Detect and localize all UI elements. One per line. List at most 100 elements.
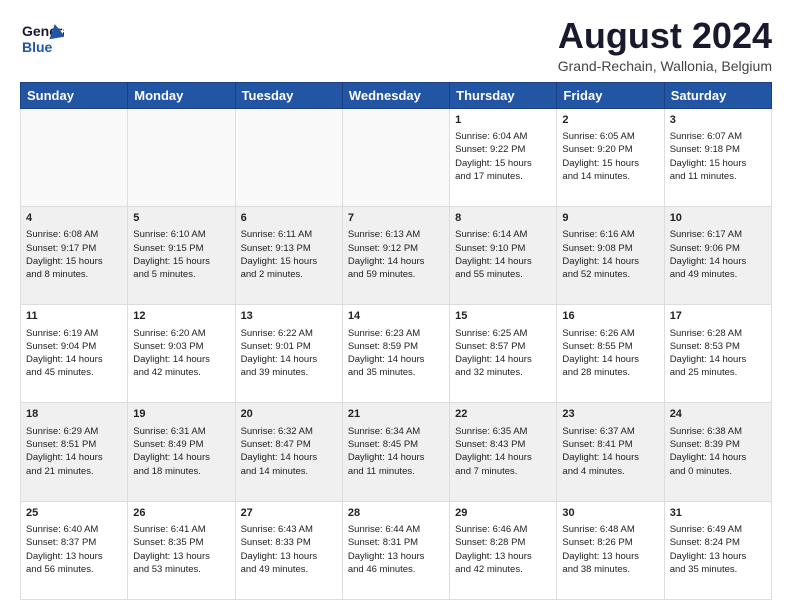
day-info-line: Daylight: 14 hours (133, 452, 210, 463)
day-number: 26 (133, 506, 229, 521)
day-info-line: and 35 minutes. (348, 367, 416, 378)
table-row: 13Sunrise: 6:22 AMSunset: 9:01 PMDayligh… (235, 305, 342, 403)
day-info-line: Sunrise: 6:11 AM (241, 229, 313, 240)
table-row: 7Sunrise: 6:13 AMSunset: 9:12 PMDaylight… (342, 206, 449, 304)
table-row: 26Sunrise: 6:41 AMSunset: 8:35 PMDayligh… (128, 501, 235, 599)
day-info-line: and 11 minutes. (670, 171, 737, 182)
calendar-week-row: 4Sunrise: 6:08 AMSunset: 9:17 PMDaylight… (21, 206, 772, 304)
day-info-line: Sunrise: 6:08 AM (26, 229, 98, 240)
table-row (342, 108, 449, 206)
day-info-line: Sunrise: 6:28 AM (670, 328, 742, 339)
table-row: 10Sunrise: 6:17 AMSunset: 9:06 PMDayligh… (664, 206, 771, 304)
table-row (128, 108, 235, 206)
main-title: August 2024 (558, 16, 772, 56)
day-info-line: Sunrise: 6:46 AM (455, 524, 527, 535)
day-info-line: and 42 minutes. (455, 564, 523, 575)
day-info-line: Daylight: 14 hours (348, 354, 425, 365)
table-row: 5Sunrise: 6:10 AMSunset: 9:15 PMDaylight… (128, 206, 235, 304)
day-info-line: Sunrise: 6:13 AM (348, 229, 420, 240)
header: General Blue August 2024 Grand-Rechain, … (20, 16, 772, 74)
day-info-line: and 42 minutes. (133, 367, 201, 378)
day-info-line: Sunset: 9:20 PM (562, 144, 632, 155)
day-info-line: and 25 minutes. (670, 367, 738, 378)
day-info-line: and 53 minutes. (133, 564, 201, 575)
day-info-line: Sunset: 8:33 PM (241, 537, 311, 548)
table-row: 9Sunrise: 6:16 AMSunset: 9:08 PMDaylight… (557, 206, 664, 304)
table-row: 6Sunrise: 6:11 AMSunset: 9:13 PMDaylight… (235, 206, 342, 304)
calendar-week-row: 1Sunrise: 6:04 AMSunset: 9:22 PMDaylight… (21, 108, 772, 206)
day-info-line: and 8 minutes. (26, 269, 88, 280)
day-number: 10 (670, 211, 766, 226)
day-info-line: Daylight: 13 hours (562, 551, 639, 562)
day-info-line: and 4 minutes. (562, 466, 624, 477)
calendar-week-row: 18Sunrise: 6:29 AMSunset: 8:51 PMDayligh… (21, 403, 772, 501)
day-info-line: Daylight: 14 hours (348, 452, 425, 463)
col-tuesday: Tuesday (235, 82, 342, 108)
table-row: 12Sunrise: 6:20 AMSunset: 9:03 PMDayligh… (128, 305, 235, 403)
day-info-line: Sunrise: 6:23 AM (348, 328, 420, 339)
day-number: 21 (348, 407, 444, 422)
table-row: 21Sunrise: 6:34 AMSunset: 8:45 PMDayligh… (342, 403, 449, 501)
table-row (235, 108, 342, 206)
day-info-line: Sunset: 9:22 PM (455, 144, 525, 155)
day-info-line: and 55 minutes. (455, 269, 523, 280)
day-info-line: and 52 minutes. (562, 269, 630, 280)
day-info-line: Sunset: 8:28 PM (455, 537, 525, 548)
table-row: 30Sunrise: 6:48 AMSunset: 8:26 PMDayligh… (557, 501, 664, 599)
table-row: 16Sunrise: 6:26 AMSunset: 8:55 PMDayligh… (557, 305, 664, 403)
day-number: 7 (348, 211, 444, 226)
table-row: 3Sunrise: 6:07 AMSunset: 9:18 PMDaylight… (664, 108, 771, 206)
day-info-line: and 5 minutes. (133, 269, 195, 280)
day-info-line: Sunset: 8:49 PM (133, 439, 203, 450)
day-info-line: and 46 minutes. (348, 564, 416, 575)
table-row: 4Sunrise: 6:08 AMSunset: 9:17 PMDaylight… (21, 206, 128, 304)
day-info-line: Daylight: 14 hours (562, 452, 639, 463)
table-row: 24Sunrise: 6:38 AMSunset: 8:39 PMDayligh… (664, 403, 771, 501)
table-row: 23Sunrise: 6:37 AMSunset: 8:41 PMDayligh… (557, 403, 664, 501)
day-number: 14 (348, 309, 444, 324)
table-row: 19Sunrise: 6:31 AMSunset: 8:49 PMDayligh… (128, 403, 235, 501)
day-info-line: Daylight: 14 hours (670, 256, 747, 267)
table-row: 25Sunrise: 6:40 AMSunset: 8:37 PMDayligh… (21, 501, 128, 599)
day-info-line: Sunset: 8:37 PM (26, 537, 96, 548)
day-info-line: and 0 minutes. (670, 466, 732, 477)
day-info-line: Sunset: 8:53 PM (670, 341, 740, 352)
day-info-line: Daylight: 15 hours (455, 158, 532, 169)
day-info-line: Sunrise: 6:35 AM (455, 426, 527, 437)
day-info-line: Sunrise: 6:48 AM (562, 524, 634, 535)
day-info-line: Sunrise: 6:32 AM (241, 426, 313, 437)
day-info-line: Sunrise: 6:07 AM (670, 131, 742, 142)
day-info-line: Sunrise: 6:16 AM (562, 229, 634, 240)
day-info-line: Daylight: 14 hours (455, 256, 532, 267)
day-info-line: Sunset: 9:18 PM (670, 144, 740, 155)
title-block: August 2024 Grand-Rechain, Wallonia, Bel… (558, 16, 772, 74)
day-info-line: Sunset: 8:41 PM (562, 439, 632, 450)
day-info-line: Sunset: 9:13 PM (241, 243, 311, 254)
day-info-line: Sunrise: 6:14 AM (455, 229, 527, 240)
page: General Blue August 2024 Grand-Rechain, … (0, 0, 792, 612)
day-info-line: Daylight: 14 hours (455, 354, 532, 365)
day-info-line: Daylight: 14 hours (26, 452, 103, 463)
day-info-line: Sunset: 9:04 PM (26, 341, 96, 352)
day-info-line: Sunrise: 6:44 AM (348, 524, 420, 535)
day-info-line: Daylight: 13 hours (133, 551, 210, 562)
day-number: 19 (133, 407, 229, 422)
day-info-line: Sunset: 8:43 PM (455, 439, 525, 450)
col-sunday: Sunday (21, 82, 128, 108)
logo-icon: General Blue (20, 16, 64, 60)
day-number: 22 (455, 407, 551, 422)
table-row: 1Sunrise: 6:04 AMSunset: 9:22 PMDaylight… (450, 108, 557, 206)
day-info-line: and 35 minutes. (670, 564, 738, 575)
day-info-line: Sunset: 8:24 PM (670, 537, 740, 548)
day-info-line: Sunrise: 6:17 AM (670, 229, 742, 240)
table-row: 11Sunrise: 6:19 AMSunset: 9:04 PMDayligh… (21, 305, 128, 403)
day-info-line: Sunrise: 6:41 AM (133, 524, 205, 535)
day-info-line: Daylight: 13 hours (26, 551, 103, 562)
day-info-line: Daylight: 14 hours (562, 256, 639, 267)
day-info-line: Sunrise: 6:34 AM (348, 426, 420, 437)
day-info-line: and 11 minutes. (348, 466, 415, 477)
day-info-line: Daylight: 15 hours (241, 256, 318, 267)
day-number: 9 (562, 211, 658, 226)
day-info-line: Daylight: 14 hours (133, 354, 210, 365)
day-info-line: Sunset: 9:10 PM (455, 243, 525, 254)
